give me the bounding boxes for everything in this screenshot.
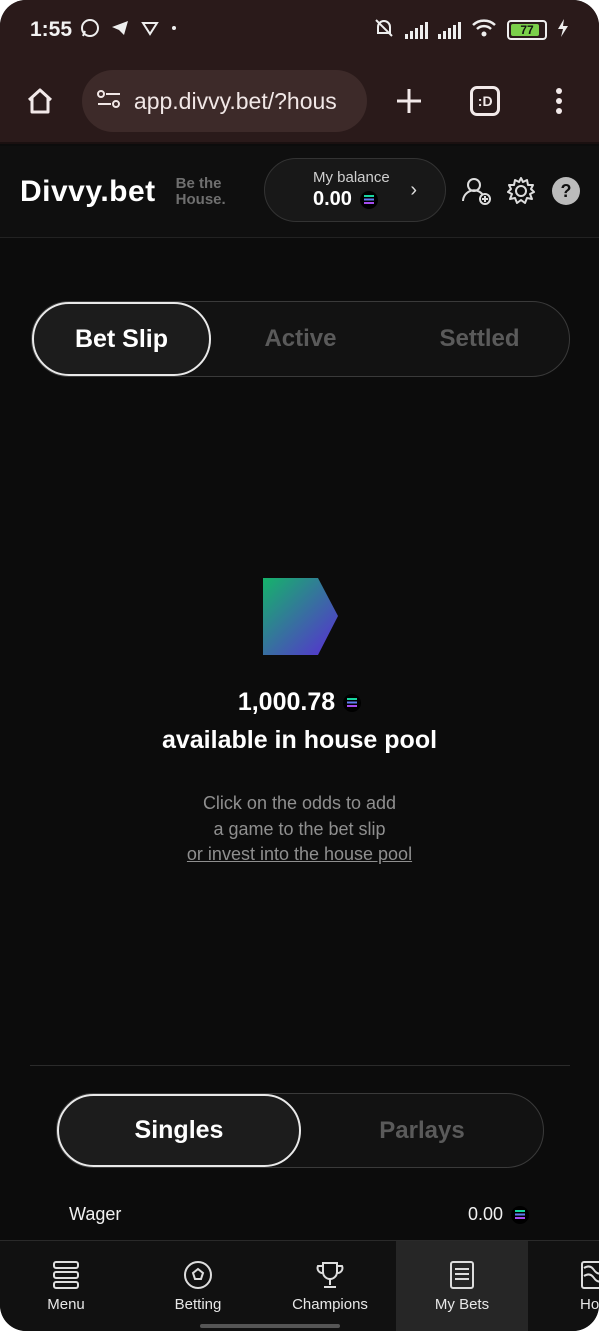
tab-settled[interactable]: Settled [390, 325, 569, 353]
nav-house-label: Hou [580, 1296, 599, 1313]
signal-1-icon [405, 21, 428, 39]
tagline: Be the House. [175, 174, 226, 208]
receipt-icon [450, 1261, 474, 1289]
tab-switcher-button[interactable]: :D [463, 79, 507, 123]
nav-champions-label: Champions [292, 1296, 368, 1313]
nav-my-bets-label: My Bets [434, 1296, 490, 1313]
pool-caption: available in house pool [161, 726, 438, 754]
menu-stack-icon [53, 1261, 79, 1289]
balance-button[interactable]: My balance 0.00 › [264, 158, 446, 222]
solana-icon [359, 190, 378, 209]
app-header: Divvy.bet Be the House. My balance 0.00 … [0, 146, 599, 238]
add-user-icon [462, 178, 491, 205]
invest-link-wrap: or invest into the house pool [0, 844, 599, 865]
whatsapp-icon [80, 18, 100, 43]
soccer-ball-icon [184, 1261, 212, 1289]
hint-line-2: a game to the bet slip [213, 819, 386, 839]
charging-bolt-icon [557, 18, 569, 43]
kebab-menu-icon [556, 88, 563, 114]
status-time: 1:55 [30, 18, 73, 41]
phone-screen: 1:55 77 app.divvy.bet/?hous:D Divvy.bet… [0, 0, 599, 1331]
house-pattern-icon [581, 1261, 599, 1289]
battery-level: 77 [520, 23, 534, 37]
wifi-icon [471, 18, 497, 43]
app-notification-icon [140, 18, 160, 43]
browser-menu-button[interactable] [537, 79, 581, 123]
chevron-right-icon: › [410, 179, 417, 201]
balance-value-row: 0.00 [313, 188, 445, 211]
home-icon [27, 88, 52, 114]
wager-value: 0.00 [467, 1204, 503, 1224]
address-bar[interactable]: app.divvy.bet/?hous [81, 70, 368, 132]
hint-line-1: Click on the odds to add [202, 793, 397, 813]
site-settings-icon[interactable] [96, 88, 122, 115]
bet-type-toggle: Singles Parlays [56, 1093, 544, 1168]
invest-house-pool-link[interactable]: or invest into the house pool [187, 844, 412, 864]
house-pool-graphic [0, 578, 599, 661]
nav-menu-label: Menu [47, 1296, 85, 1313]
pool-amount: 1,000.78 [237, 688, 336, 716]
home-button[interactable] [18, 79, 62, 123]
trophy-icon [316, 1262, 344, 1288]
new-tab-button[interactable] [387, 79, 431, 123]
bet-tabs: Bet Slip Active Settled [31, 301, 570, 377]
gesture-bar [200, 1324, 340, 1328]
browser-toolbar: app.divvy.bet/?hous :D [0, 60, 599, 144]
tab-bet-slip[interactable]: Bet Slip [32, 302, 211, 376]
wager-value-row: 0.00 [468, 1204, 529, 1225]
divvy-logo[interactable]: Divvy.bet [20, 175, 156, 209]
pool-amount-row: 1,000.78 [0, 688, 599, 717]
wager-label: Wager [69, 1204, 122, 1224]
more-notifications-dot-icon [170, 18, 178, 43]
help-button[interactable]: ? [549, 174, 583, 208]
status-bar: 1:55 77 [0, 0, 599, 60]
question-mark-icon: ? [552, 177, 580, 205]
battery-icon: 77 [507, 20, 547, 40]
nav-betting-label: Betting [174, 1296, 222, 1313]
telegram-icon [110, 18, 130, 43]
status-right: 77 [373, 17, 569, 44]
tab-switcher-icon: :D [470, 86, 501, 116]
tab-singles[interactable]: Singles [57, 1094, 301, 1167]
muted-bell-icon [373, 17, 395, 44]
url-text: app.divvy.bet/?hous [133, 87, 337, 114]
nav-betting[interactable]: Betting [132, 1241, 264, 1331]
plus-icon [397, 89, 422, 113]
solana-icon [511, 1205, 529, 1224]
divvy-shape-icon [262, 578, 338, 655]
balance-label: My balance [313, 169, 390, 186]
settings-button[interactable] [504, 174, 538, 208]
notification-icons [80, 18, 178, 43]
balance-value: 0.00 [313, 188, 352, 210]
nav-my-bets[interactable]: My Bets [396, 1241, 528, 1331]
nav-champions[interactable]: Champions [264, 1241, 396, 1331]
account-button[interactable] [460, 174, 494, 208]
nav-menu[interactable]: Menu [0, 1241, 132, 1331]
section-divider [30, 1065, 570, 1066]
signal-2-icon [438, 21, 461, 39]
tab-parlays[interactable]: Parlays [301, 1117, 543, 1145]
gear-icon [507, 177, 535, 204]
tab-active[interactable]: Active [211, 325, 390, 353]
solana-icon [343, 693, 362, 712]
bottom-navigation: Menu Betting Champions My Bets Hou [0, 1240, 599, 1331]
nav-house[interactable]: Hou [528, 1241, 599, 1331]
